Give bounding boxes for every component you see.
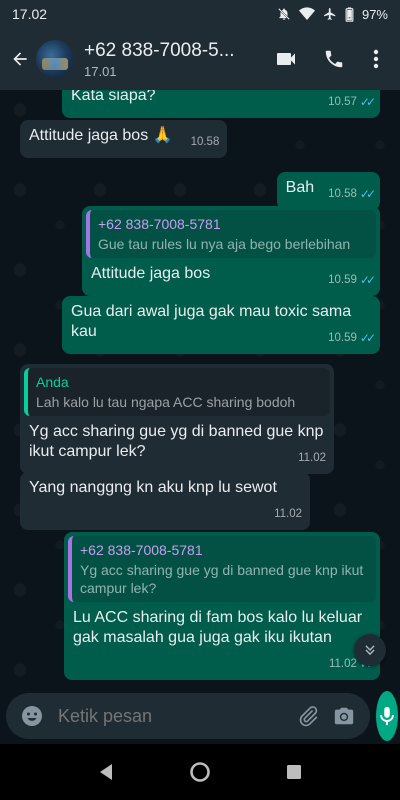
quoted-text: Yg acc sharing gue yg di banned gue knp … <box>80 562 364 596</box>
wifi-icon <box>298 7 315 21</box>
nav-recents-icon[interactable] <box>286 764 302 780</box>
message-time: 11.02 <box>274 508 302 520</box>
chat-header: +62 838-7008-5... 17.01 <box>0 28 400 90</box>
battery-icon <box>345 6 354 22</box>
voice-message-button[interactable] <box>376 691 398 741</box>
double-chevron-down-icon <box>365 645 375 656</box>
paperclip-icon <box>299 706 318 727</box>
quoted-message[interactable]: +62 838-7008-5781 Gue tau rules lu nya a… <box>86 210 376 258</box>
airplane-icon <box>323 7 337 21</box>
message-text: Yg acc sharing gue yg di banned gue knp … <box>29 423 324 460</box>
scroll-to-bottom-button[interactable] <box>354 634 386 666</box>
video-call-button[interactable] <box>262 35 310 83</box>
nav-home-icon[interactable] <box>189 761 211 783</box>
status-icons: 97% <box>277 7 388 22</box>
camera-button[interactable] <box>326 698 362 734</box>
quoted-sender: +62 838-7008-5781 <box>80 542 203 558</box>
message-text: Bah <box>285 179 315 196</box>
message-time: 10.58 <box>190 136 220 148</box>
emoji-button[interactable] <box>18 698 46 734</box>
chat-area[interactable]: Kata siapa? 10.57 ✓✓ Attitude jaga bos 🙏 … <box>0 90 400 688</box>
message-time: 11.02 <box>328 658 357 670</box>
voice-call-button[interactable] <box>310 35 358 83</box>
double-check-icon: ✓✓ <box>359 331 376 345</box>
vertical-dots-icon <box>373 49 379 69</box>
message-time: 10.57 <box>328 96 357 108</box>
contact-info[interactable]: +62 838-7008-5... 17.01 <box>84 40 262 79</box>
contact-name: +62 838-7008-5... <box>84 39 235 61</box>
message-time: 10.59 <box>328 332 357 344</box>
message-bubble-incoming[interactable]: Attitude jaga bos 🙏 10.58 <box>20 120 228 158</box>
message-text: Attitude jaga bos <box>91 265 211 282</box>
battery-percent: 97% <box>361 6 388 22</box>
quoted-text: Gue tau rules lu nya aja bego berlebihan <box>98 236 351 252</box>
video-camera-icon <box>277 53 295 65</box>
quoted-sender: Anda <box>36 374 69 390</box>
message-bubble-outgoing[interactable]: Gua dari awal juga gak mau toxic sama ka… <box>62 296 380 354</box>
phone-icon <box>325 50 343 68</box>
message-time: 11.02 <box>298 452 326 464</box>
camera-icon <box>334 707 354 725</box>
quoted-message[interactable]: +62 838-7008-5781 Yg acc sharing gue yg … <box>68 536 376 602</box>
message-bubble-outgoing[interactable]: +62 838-7008-5781 Gue tau rules lu nya a… <box>82 206 380 296</box>
more-options-button[interactable] <box>358 35 394 83</box>
message-input[interactable] <box>58 705 290 727</box>
contact-last-seen: 17.01 <box>84 63 117 79</box>
double-check-icon: ✓✓ <box>359 187 376 201</box>
message-bubble-outgoing[interactable]: Bah 10.58 ✓✓ <box>276 172 380 210</box>
system-navigation-bar <box>0 744 400 800</box>
message-bubble-outgoing[interactable]: Kata siapa? 10.57 ✓✓ <box>62 90 380 118</box>
compose-bar <box>0 688 400 744</box>
double-check-icon: ✓✓ <box>359 273 376 287</box>
contact-avatar[interactable] <box>36 40 74 78</box>
message-bubble-incoming[interactable]: Anda Lah kalo lu tau ngapa ACC sharing b… <box>20 364 334 474</box>
message-input-container <box>6 693 370 739</box>
mute-notifications-icon <box>277 7 291 21</box>
arrow-left-icon <box>13 52 27 66</box>
attach-button[interactable] <box>290 698 326 734</box>
message-bubble-outgoing[interactable]: +62 838-7008-5781 Yg acc sharing gue yg … <box>64 532 380 680</box>
message-text: Kata siapa? <box>71 90 156 104</box>
back-button[interactable] <box>6 39 34 79</box>
double-check-icon: ✓✓ <box>359 95 376 109</box>
message-time: 10.58 <box>328 188 357 200</box>
quoted-sender: +62 838-7008-5781 <box>98 216 221 232</box>
quoted-text: Lah kalo lu tau ngapa ACC sharing bodoh <box>36 394 296 410</box>
quoted-message[interactable]: Anda Lah kalo lu tau ngapa ACC sharing b… <box>24 368 330 416</box>
status-time: 17.02 <box>12 6 48 22</box>
message-bubble-incoming[interactable]: Yang nanggng kn aku knp lu sewot 11.02 <box>20 472 310 530</box>
status-bar: 17.02 97% <box>0 0 400 28</box>
emoji-icon <box>22 706 42 726</box>
message-text: Yang nanggng kn aku knp lu sewot <box>29 479 277 496</box>
message-text: Gua dari awal juga gak mau toxic sama ka… <box>71 303 352 340</box>
message-time: 10.59 <box>328 274 357 286</box>
message-text: Lu ACC sharing di fam bos kalo lu keluar… <box>73 609 363 646</box>
nav-back-icon[interactable] <box>98 763 114 781</box>
message-text: Attitude jaga bos 🙏 <box>29 127 173 144</box>
microphone-icon <box>380 706 394 726</box>
